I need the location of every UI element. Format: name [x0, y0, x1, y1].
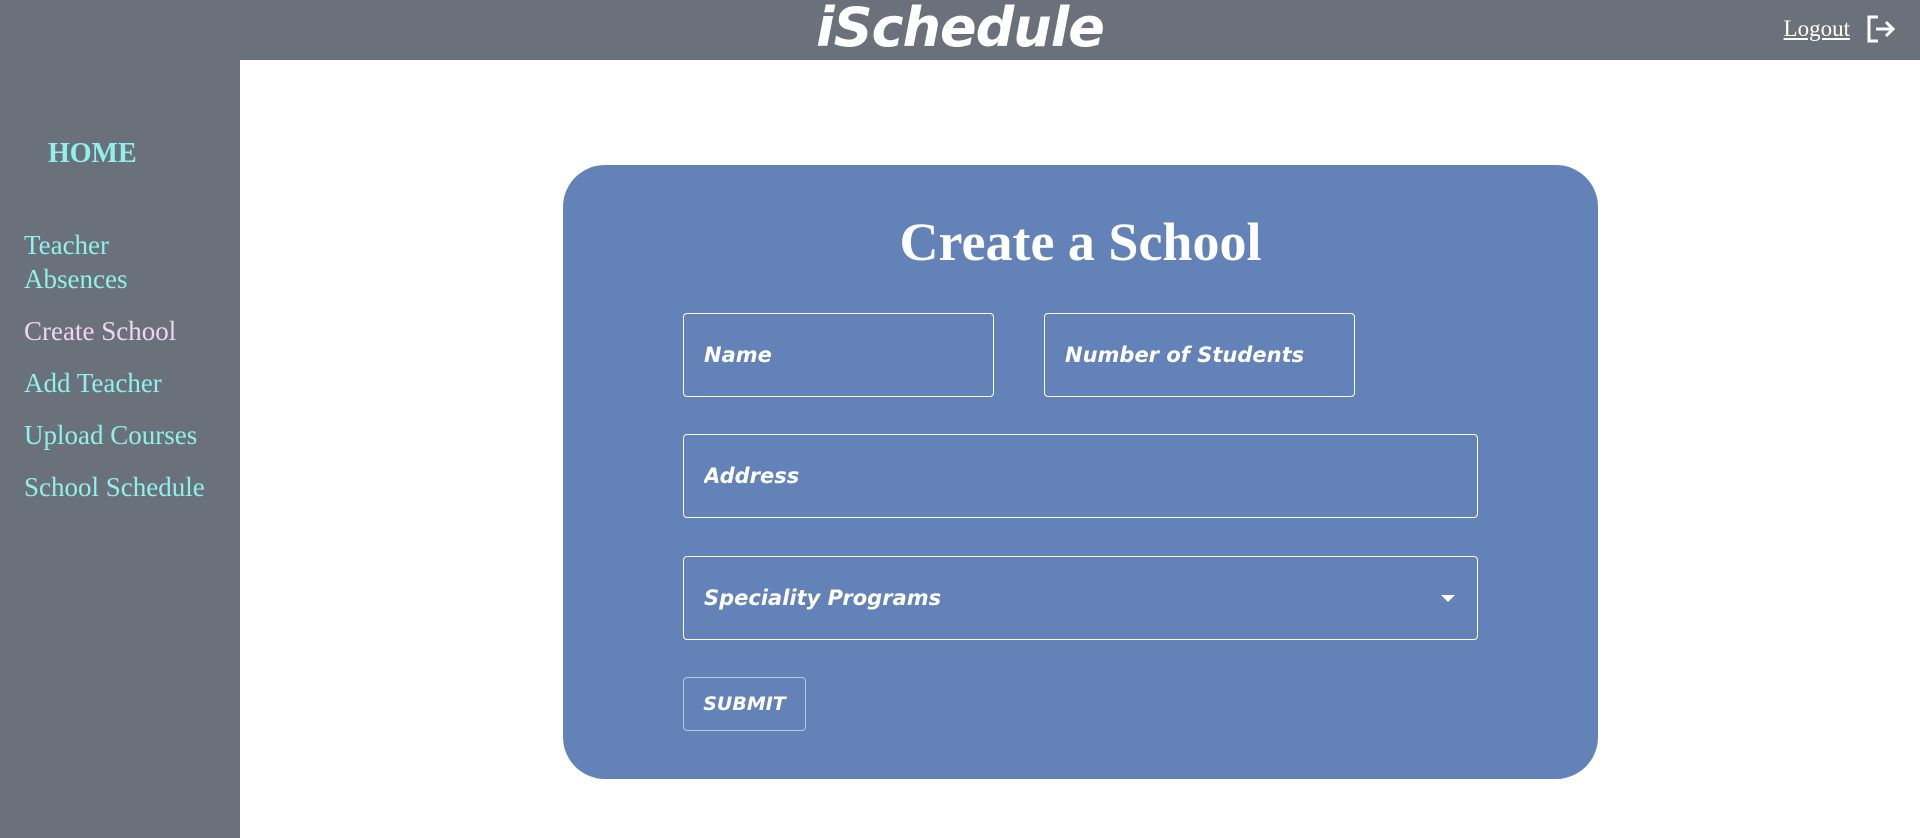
- app-title: iSchedule: [816, 0, 1105, 59]
- sidebar-item-teacher-absences[interactable]: Teacher Absences: [24, 228, 174, 296]
- speciality-programs-select[interactable]: Speciality Programs: [683, 556, 1478, 640]
- speciality-programs-label: Speciality Programs: [704, 586, 942, 610]
- address-input[interactable]: [683, 434, 1478, 518]
- form-title: Create a School: [899, 212, 1262, 272]
- sidebar: HOME Teacher Absences Create School Add …: [0, 60, 240, 838]
- name-input[interactable]: [683, 313, 994, 397]
- submit-button[interactable]: SUBMIT: [683, 677, 806, 731]
- chevron-down-icon[interactable]: [1441, 595, 1455, 602]
- sidebar-home-link[interactable]: HOME: [48, 138, 137, 170]
- sidebar-item-add-teacher[interactable]: Add Teacher: [24, 366, 234, 400]
- logout-icon[interactable]: [1864, 12, 1898, 46]
- top-bar: iSchedule Logout: [0, 0, 1920, 60]
- sidebar-item-create-school[interactable]: Create School: [24, 314, 234, 348]
- sidebar-item-upload-courses[interactable]: Upload Courses: [24, 418, 234, 452]
- logout-button[interactable]: Logout: [1784, 12, 1898, 46]
- sidebar-item-school-schedule[interactable]: School Schedule: [24, 470, 234, 504]
- number-of-students-input[interactable]: [1044, 313, 1355, 397]
- create-school-form-card: Create a School Speciality Programs SUBM…: [563, 165, 1598, 779]
- sidebar-nav: Teacher Absences Create School Add Teach…: [24, 228, 234, 522]
- logout-label[interactable]: Logout: [1784, 16, 1850, 42]
